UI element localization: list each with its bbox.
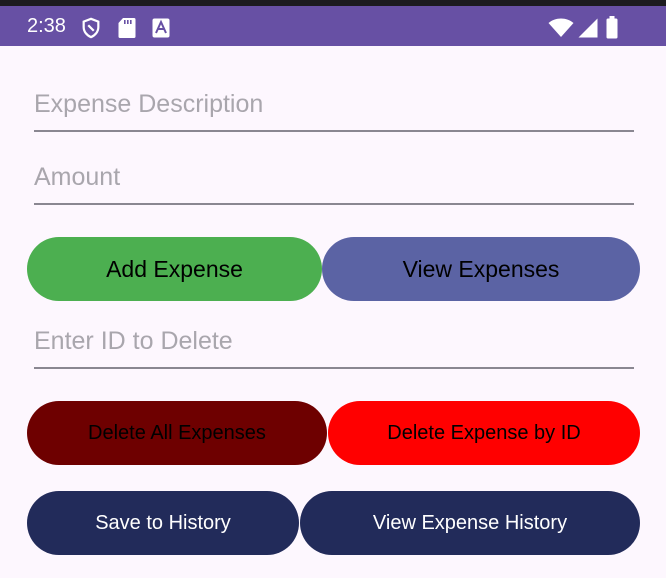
cell-signal-icon bbox=[578, 18, 598, 38]
expense-description-input[interactable] bbox=[34, 84, 634, 124]
view-expenses-button[interactable]: View Expenses bbox=[322, 237, 640, 301]
main-content: Add Expense View Expenses Delete All Exp… bbox=[0, 46, 666, 578]
delete-all-expenses-button[interactable]: Delete All Expenses bbox=[27, 401, 327, 465]
delete-id-underline bbox=[34, 367, 634, 369]
add-expense-button[interactable]: Add Expense bbox=[27, 237, 322, 301]
shield-icon bbox=[82, 17, 100, 39]
sd-card-icon bbox=[118, 18, 136, 38]
amount-underline bbox=[34, 203, 634, 205]
description-underline bbox=[34, 130, 634, 132]
app-screen: 2:38 Expense Description Amount Add Expe… bbox=[0, 0, 666, 578]
wifi-icon bbox=[548, 18, 574, 37]
battery-icon bbox=[606, 16, 618, 39]
amount-input[interactable] bbox=[34, 157, 634, 197]
save-to-history-button[interactable]: Save to History bbox=[27, 491, 299, 555]
description-field bbox=[34, 84, 634, 132]
delete-id-input[interactable] bbox=[34, 321, 634, 361]
amount-field bbox=[34, 157, 634, 205]
accessibility-icon bbox=[152, 18, 170, 38]
view-expense-history-button[interactable]: View Expense History bbox=[300, 491, 640, 555]
status-bar: 2:38 bbox=[0, 6, 666, 46]
status-time: 2:38 bbox=[27, 15, 66, 37]
delete-id-field bbox=[34, 321, 634, 369]
delete-expense-by-id-button[interactable]: Delete Expense by ID bbox=[328, 401, 640, 465]
